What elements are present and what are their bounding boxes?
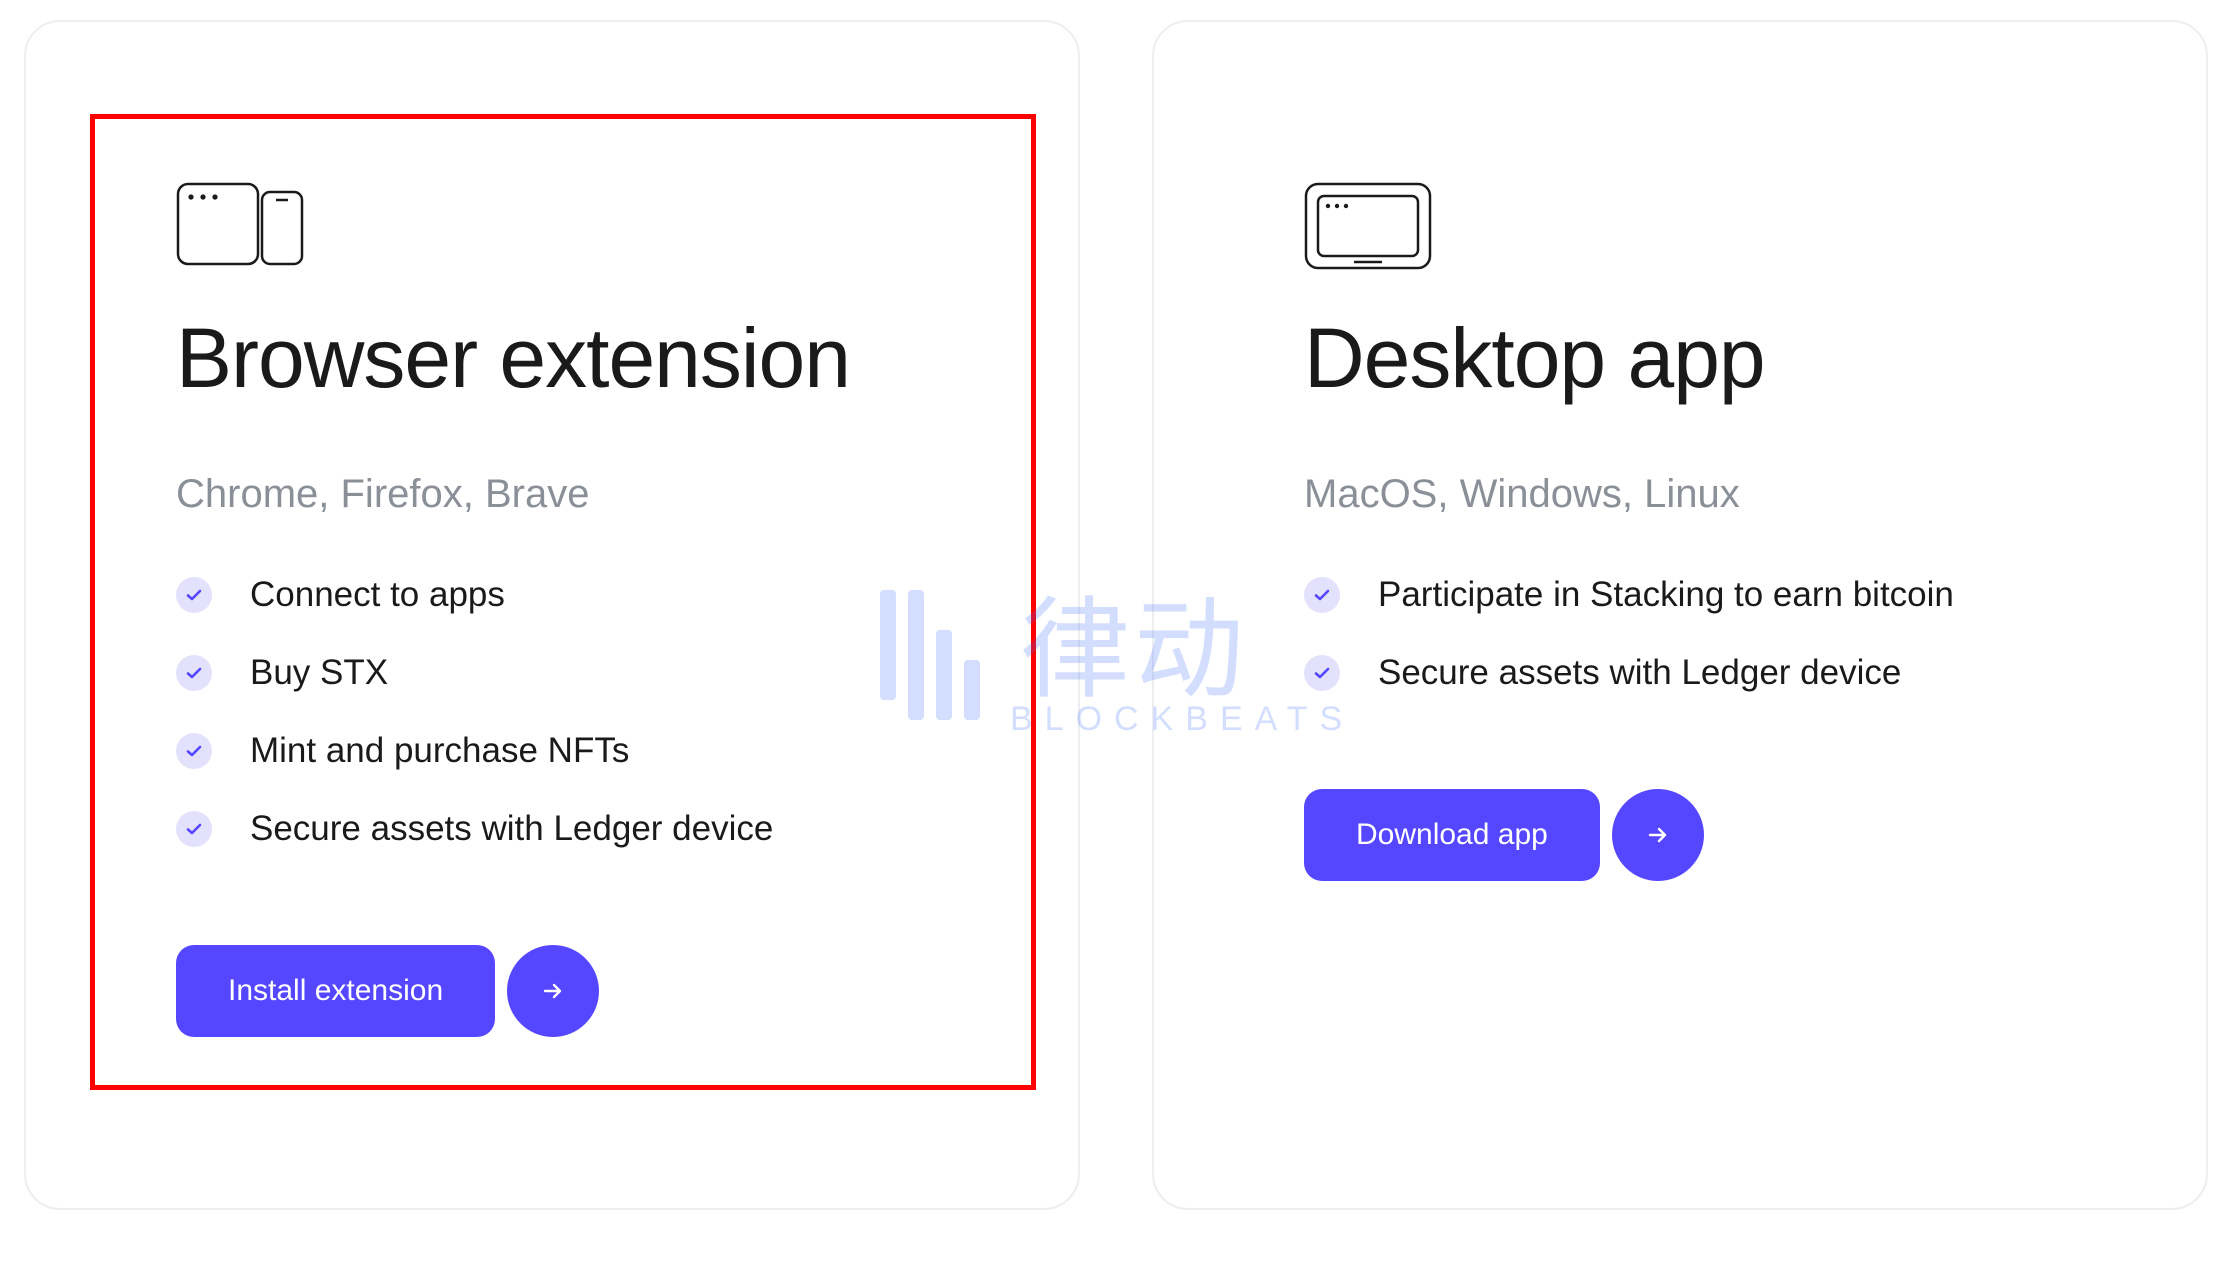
browser-extension-icon: [176, 182, 304, 270]
list-item: Participate in Stacking to earn bitcoin: [1304, 575, 2056, 615]
download-app-arrow-button[interactable]: [1612, 789, 1704, 881]
feature-text: Secure assets with Ledger device: [250, 809, 773, 849]
check-icon: [176, 577, 212, 613]
desktop-app-icon: [1304, 182, 1432, 270]
card-desktop-app: Desktop app MacOS, Windows, Linux Partic…: [1152, 20, 2208, 1210]
list-item: Secure assets with Ledger device: [1304, 653, 2056, 693]
feature-list: Participate in Stacking to earn bitcoin …: [1304, 575, 2056, 693]
card-title: Browser extension: [176, 314, 928, 402]
list-item: Secure assets with Ledger device: [176, 809, 928, 849]
arrow-right-icon: [1645, 822, 1671, 848]
install-extension-button[interactable]: Install extension: [176, 945, 495, 1037]
feature-list: Connect to apps Buy STX Mint and purchas…: [176, 575, 928, 849]
check-icon: [176, 655, 212, 691]
feature-text: Mint and purchase NFTs: [250, 731, 629, 771]
check-icon: [1304, 577, 1340, 613]
feature-text: Participate in Stacking to earn bitcoin: [1378, 575, 1954, 615]
cta-row: Download app: [1304, 789, 2056, 881]
list-item: Mint and purchase NFTs: [176, 731, 928, 771]
card-browser-extension: Browser extension Chrome, Firefox, Brave…: [24, 20, 1080, 1210]
card-title: Desktop app: [1304, 314, 2056, 402]
feature-text: Secure assets with Ledger device: [1378, 653, 1901, 693]
feature-text: Buy STX: [250, 653, 388, 693]
install-extension-arrow-button[interactable]: [507, 945, 599, 1037]
cta-row: Install extension: [176, 945, 928, 1037]
feature-text: Connect to apps: [250, 575, 505, 615]
download-app-button[interactable]: Download app: [1304, 789, 1600, 881]
card-subtitle: MacOS, Windows, Linux: [1304, 472, 2056, 517]
arrow-right-icon: [540, 978, 566, 1004]
list-item: Connect to apps: [176, 575, 928, 615]
list-item: Buy STX: [176, 653, 928, 693]
check-icon: [176, 811, 212, 847]
card-subtitle: Chrome, Firefox, Brave: [176, 472, 928, 517]
check-icon: [1304, 655, 1340, 691]
download-options: Browser extension Chrome, Firefox, Brave…: [0, 0, 2234, 1230]
check-icon: [176, 733, 212, 769]
